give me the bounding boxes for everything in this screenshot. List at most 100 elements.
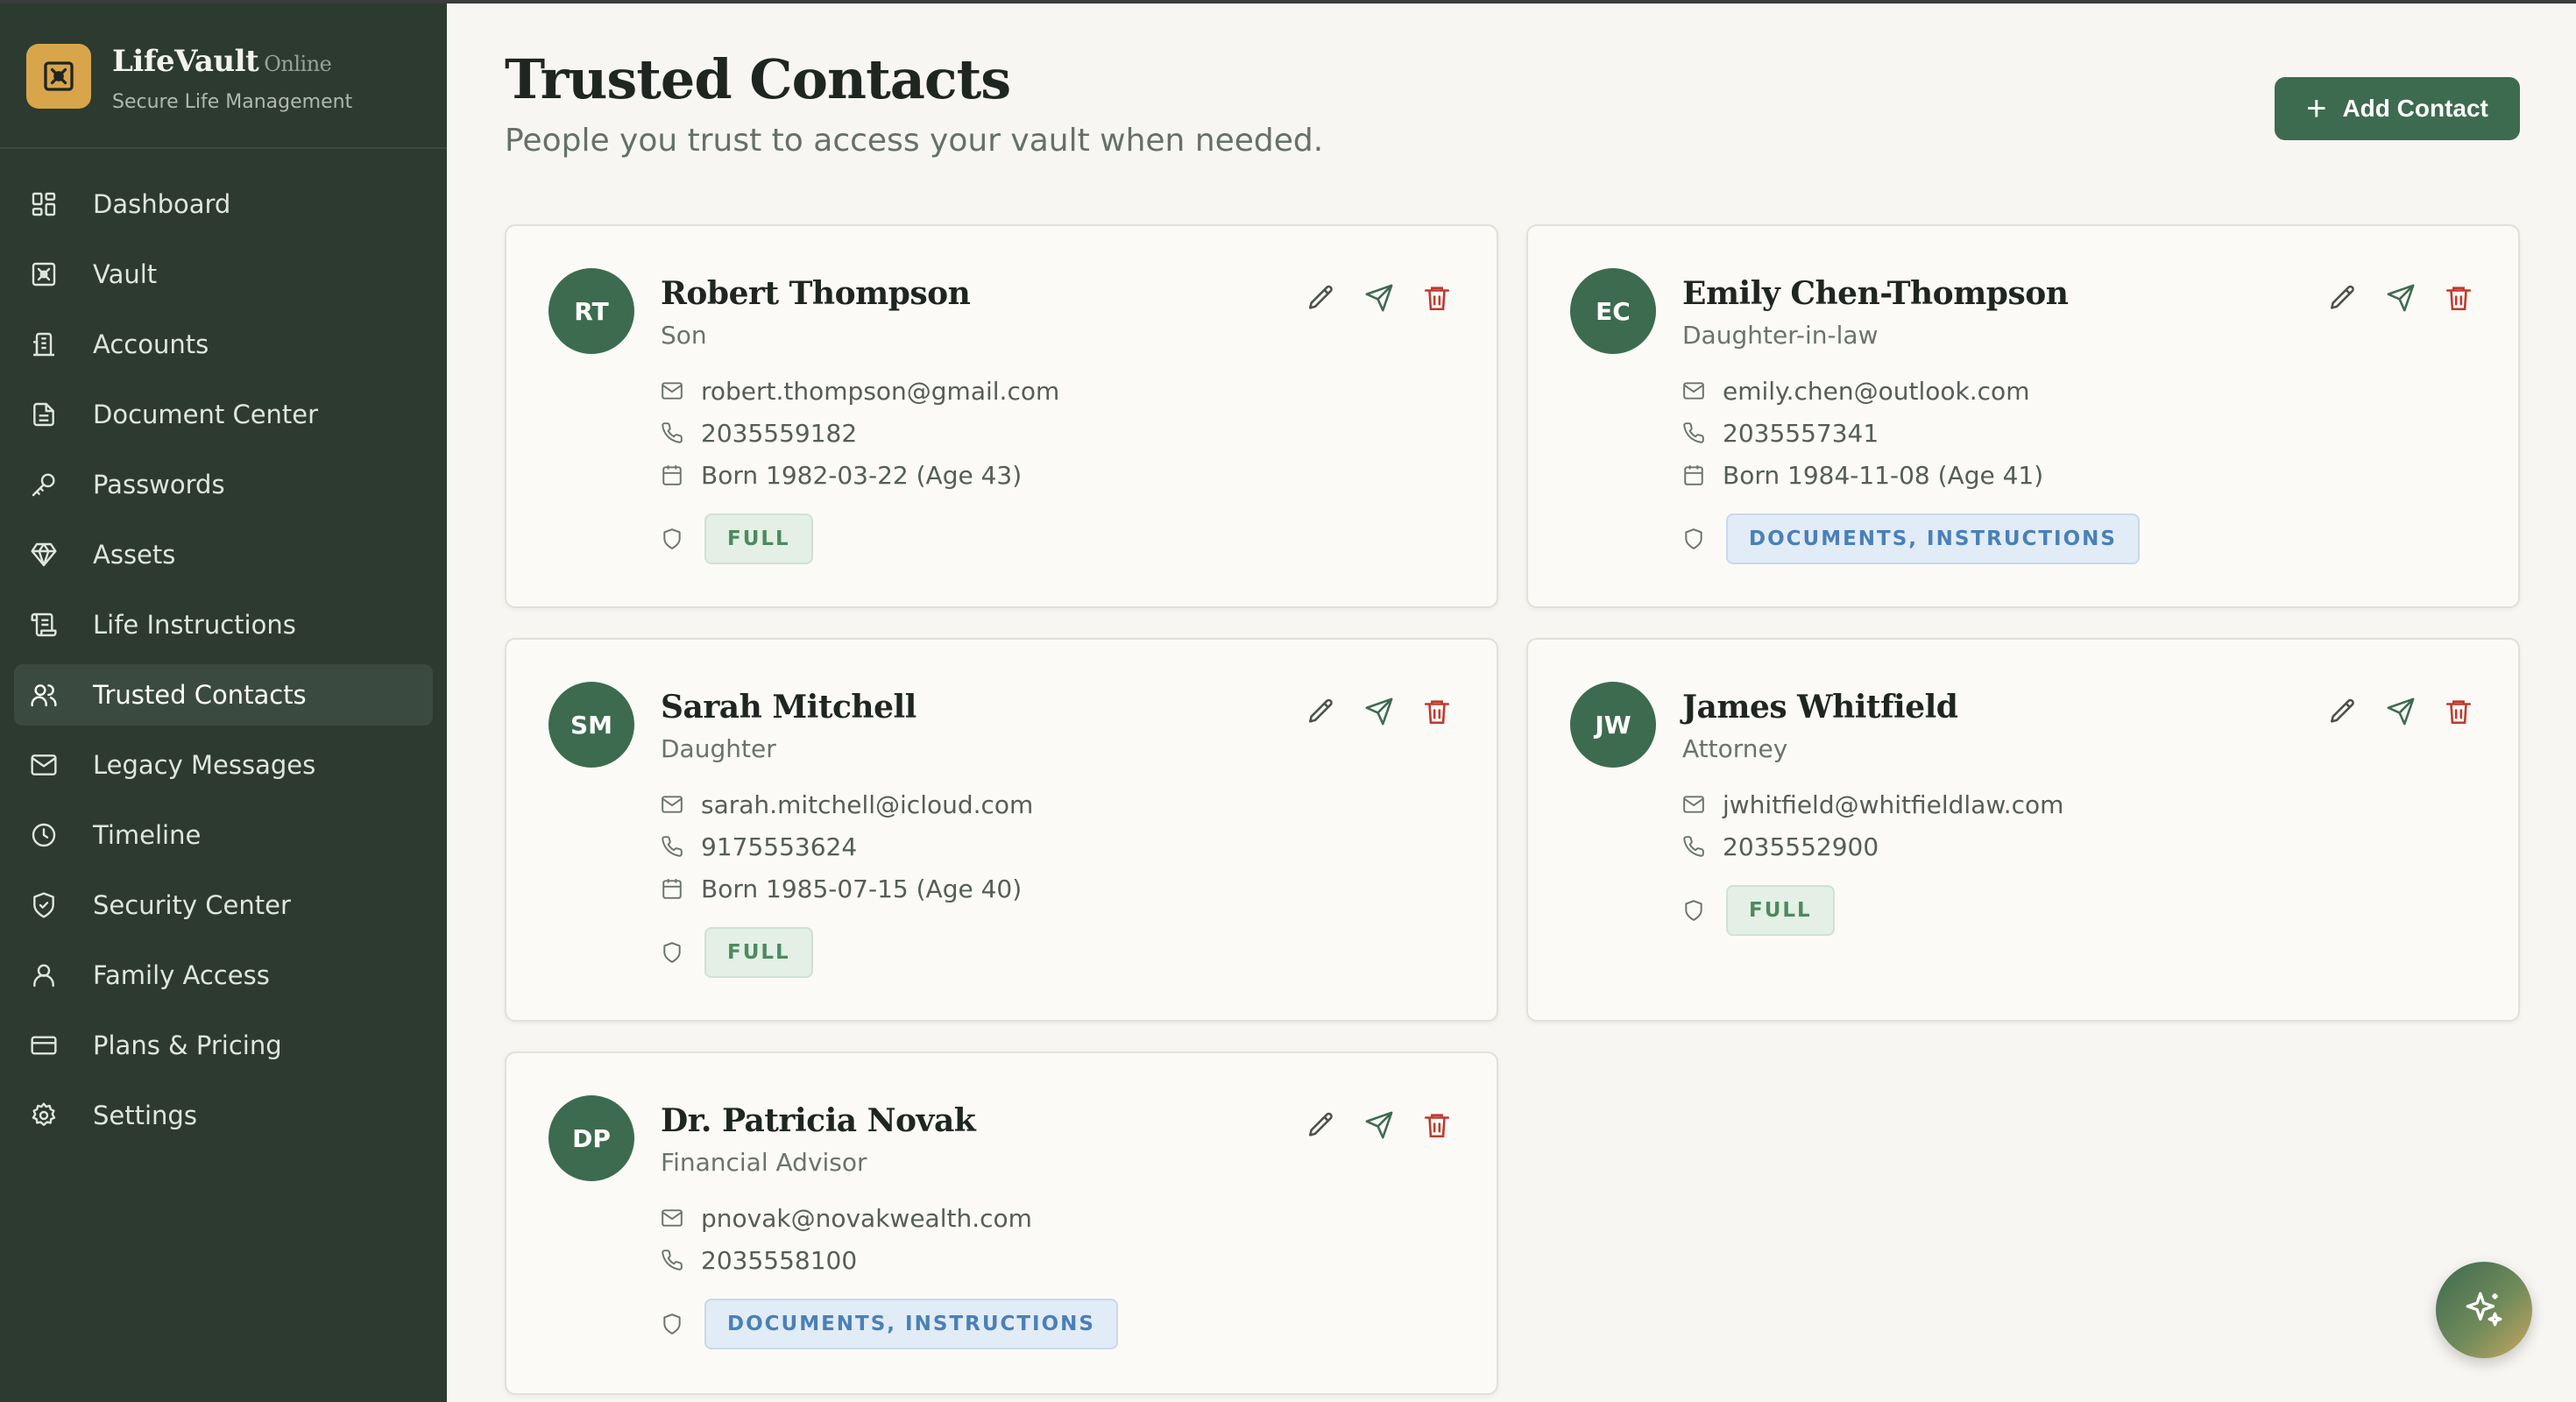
main-content: Trusted Contacts People you trust to acc… [447,0,2576,1402]
sidebar-item-label: Security Center [93,890,291,920]
brand-header: LifeVault Online Secure Life Management [0,0,447,149]
sidebar-item-label: Timeline [93,820,202,850]
contact-birthdate: Born 1982-03-22 (Age 43) [701,460,1023,490]
sidebar-item-label: Passwords [93,470,225,499]
contact-phone[interactable]: 9175553624 [701,832,857,861]
contact-card: RT Robert Thompson Son robert.thompson@g… [505,224,1498,608]
mail-icon [28,749,60,781]
avatar: DP [548,1095,634,1181]
phone-icon [1682,420,1709,446]
shield-icon [1682,897,1709,924]
sidebar-item-label: Dashboard [93,189,231,219]
sidebar-item-passwords[interactable]: Passwords [14,454,433,515]
contact-phone[interactable]: 2035558100 [701,1246,857,1275]
contact-name: James Whitfield [1682,689,1958,726]
brand-name: LifeVault Online [112,44,332,79]
edit-pencil-icon[interactable] [2327,282,2359,314]
gear-icon [28,1100,60,1131]
shield-icon [661,939,687,966]
contact-phone[interactable]: 2035557341 [1723,419,1879,448]
edit-pencil-icon[interactable] [1306,282,1337,314]
sidebar-item-assets[interactable]: Assets [14,524,433,585]
contact-details: pnovak@novakwealth.com 2035558100 [661,1197,1032,1281]
calendar-icon [661,875,687,902]
send-icon[interactable] [2385,282,2417,314]
contact-access: FULL [1682,885,1835,936]
contact-phone-row: 9175553624 [661,825,1033,867]
add-contact-button[interactable]: + Add Contact [2275,77,2520,140]
send-icon[interactable] [1363,282,1395,314]
brand-status: Online [264,52,332,76]
mail-icon [1682,791,1709,818]
key-icon [28,469,60,500]
sidebar-item-label: Assets [93,540,176,570]
contact-phone[interactable]: 2035559182 [701,419,857,448]
sidebar-item-settings[interactable]: Settings [14,1085,433,1146]
contact-name: Robert Thompson [661,275,971,312]
phone-icon [1682,833,1709,860]
contact-actions [1306,696,1453,727]
contact-email[interactable]: sarah.mitchell@icloud.com [701,790,1033,819]
sidebar-item-label: Legacy Messages [93,750,316,780]
shield-icon [661,1311,687,1337]
sidebar-item-dashboard[interactable]: Dashboard [14,173,433,235]
contact-email-row: jwhitfield@whitfieldlaw.com [1682,783,2063,825]
sidebar-item-plans-pricing[interactable]: Plans & Pricing [14,1015,433,1076]
trash-icon[interactable] [2443,696,2474,727]
scroll-icon [28,609,60,641]
sidebar-item-family-access[interactable]: Family Access [14,945,433,1006]
contact-phone[interactable]: 2035552900 [1723,832,1879,861]
contact-email[interactable]: pnovak@novakwealth.com [701,1204,1032,1233]
avatar: SM [548,682,634,768]
page-subtitle: People you trust to access your vault wh… [505,123,1324,159]
trash-icon[interactable] [2443,282,2474,314]
dashboard-icon [28,188,60,220]
send-icon[interactable] [2385,696,2417,727]
sidebar-item-document-center[interactable]: Document Center [14,384,433,445]
contact-card: DP Dr. Patricia Novak Financial Advisor … [505,1052,1498,1395]
send-icon[interactable] [1363,696,1395,727]
access-badge: FULL [704,513,813,564]
contact-details: robert.thompson@gmail.com 2035559182 Bor… [661,370,1059,496]
trash-icon[interactable] [1421,1109,1453,1141]
avatar: RT [548,268,634,354]
ai-assistant-button[interactable] [2436,1262,2532,1358]
edit-pencil-icon[interactable] [2327,696,2359,727]
accounts-icon [28,329,60,360]
contact-phone-row: 2035557341 [1682,412,2043,454]
shield-icon [1682,526,1709,552]
contact-email[interactable]: jwhitfield@whitfieldlaw.com [1723,790,2063,819]
sidebar-item-label: Trusted Contacts [93,680,307,710]
phone-icon [661,420,687,446]
users-icon [28,679,60,711]
sidebar-nav: Dashboard Vault Accounts Document Center… [14,173,433,1155]
contact-email-row: pnovak@novakwealth.com [661,1197,1032,1239]
phone-icon [661,833,687,860]
shield-icon [661,526,687,552]
sidebar-item-legacy-messages[interactable]: Legacy Messages [14,734,433,796]
trash-icon[interactable] [1421,696,1453,727]
edit-pencil-icon[interactable] [1306,1109,1337,1141]
sidebar-item-timeline[interactable]: Timeline [14,804,433,866]
contact-name: Sarah Mitchell [661,689,916,726]
contact-access: FULL [661,513,813,564]
contact-access: DOCUMENTS, INSTRUCTIONS [661,1299,1118,1349]
vault-logo-icon[interactable] [26,44,91,109]
send-icon[interactable] [1363,1109,1395,1141]
edit-pencil-icon[interactable] [1306,696,1337,727]
sidebar-item-life-instructions[interactable]: Life Instructions [14,594,433,655]
sidebar-item-vault[interactable]: Vault [14,244,433,305]
contact-email[interactable]: emily.chen@outlook.com [1723,377,2029,406]
access-badge: FULL [704,927,813,978]
trash-icon[interactable] [1421,282,1453,314]
sparkles-icon [2466,1292,2502,1327]
access-badge: DOCUMENTS, INSTRUCTIONS [1726,513,2140,564]
sidebar-item-trusted-contacts[interactable]: Trusted Contacts [14,664,433,726]
avatar: JW [1570,682,1656,768]
contact-relation: Daughter-in-law [1682,321,1879,350]
contact-email[interactable]: robert.thompson@gmail.com [701,377,1059,406]
contact-birth-row: Born 1982-03-22 (Age 43) [661,454,1059,496]
sidebar-item-accounts[interactable]: Accounts [14,314,433,375]
contact-relation: Financial Advisor [661,1148,867,1177]
sidebar-item-security-center[interactable]: Security Center [14,874,433,936]
